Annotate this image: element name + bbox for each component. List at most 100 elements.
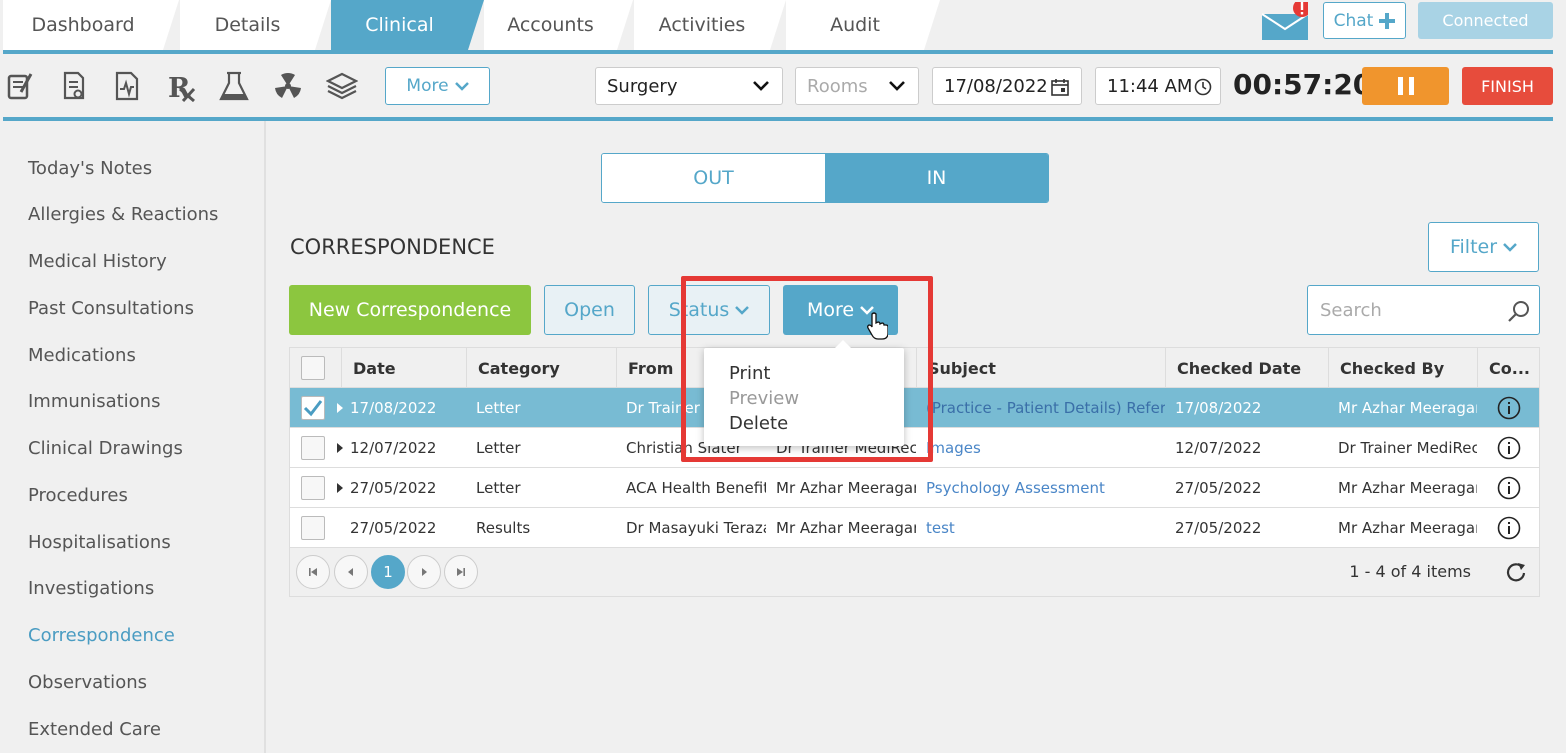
chevron-down-icon bbox=[1503, 243, 1517, 252]
page-number-button[interactable]: 1 bbox=[371, 555, 405, 589]
pause-icon bbox=[1397, 77, 1403, 95]
calendar-icon[interactable] bbox=[1051, 78, 1069, 96]
cell-category: Letter bbox=[476, 479, 521, 497]
first-page-icon bbox=[309, 568, 317, 576]
mail-alert-icon[interactable] bbox=[1261, 0, 1311, 40]
top-nav: Dashboard Details Clinical Accounts Acti… bbox=[0, 0, 1566, 54]
open-button[interactable]: Open bbox=[544, 285, 635, 335]
tab-details[interactable]: Details bbox=[180, 0, 331, 50]
sidebar-item-todays-notes[interactable]: Today's Notes bbox=[28, 158, 152, 179]
table-row[interactable]: 27/05/2022 Letter ACA Health Benefits Mr… bbox=[290, 468, 1539, 508]
sidebar-item-clinical-drawings[interactable]: Clinical Drawings bbox=[28, 438, 183, 459]
toggle-out[interactable]: OUT bbox=[602, 154, 825, 202]
info-icon[interactable] bbox=[1497, 516, 1521, 540]
sidebar-item-medications[interactable]: Medications bbox=[28, 345, 136, 366]
correspondence-grid: Date Category From To Subject Checked Da… bbox=[289, 347, 1540, 597]
cell-subject-link[interactable]: Psychology Assessment bbox=[916, 468, 1165, 508]
layers-icon[interactable] bbox=[326, 70, 358, 102]
tab-clinical[interactable]: Clinical bbox=[331, 0, 484, 50]
sidebar-item-medical-history[interactable]: Medical History bbox=[28, 251, 167, 272]
column-header-date[interactable]: Date bbox=[341, 348, 466, 388]
column-header-comments[interactable]: Co... bbox=[1477, 348, 1539, 388]
grid-header: Date Category From To Subject Checked Da… bbox=[290, 348, 1539, 388]
cell-subject-link[interactable]: Images bbox=[916, 428, 1165, 468]
filter-button[interactable]: Filter bbox=[1428, 222, 1539, 272]
sidebar-item-extended-care[interactable]: Extended Care bbox=[28, 719, 161, 740]
tab-dashboard[interactable]: Dashboard bbox=[3, 0, 179, 50]
tab-accounts[interactable]: Accounts bbox=[484, 0, 633, 50]
chat-button[interactable]: Chat bbox=[1323, 2, 1406, 39]
column-header-category[interactable]: Category bbox=[466, 348, 616, 388]
info-icon[interactable] bbox=[1497, 476, 1521, 500]
location-select[interactable]: Surgery bbox=[595, 67, 783, 105]
time-picker[interactable]: 11:44 AM bbox=[1095, 67, 1221, 105]
first-page-button[interactable] bbox=[296, 555, 330, 589]
row-checkbox[interactable] bbox=[301, 516, 325, 540]
new-correspondence-button[interactable]: New Correspondence bbox=[289, 285, 531, 335]
radiation-icon[interactable] bbox=[272, 70, 304, 102]
tab-activities[interactable]: Activities bbox=[634, 0, 786, 50]
chat-label: Chat bbox=[1333, 10, 1374, 31]
flask-icon[interactable] bbox=[218, 70, 250, 102]
pause-icon bbox=[1408, 77, 1414, 95]
next-page-button[interactable] bbox=[407, 555, 441, 589]
chevron-down-icon bbox=[454, 82, 469, 91]
select-all-checkbox[interactable] bbox=[301, 356, 325, 380]
column-header-checked-by[interactable]: Checked By bbox=[1328, 348, 1477, 388]
clock-icon[interactable] bbox=[1194, 78, 1212, 96]
table-row[interactable]: 12/07/2022 Letter Christian Slater Dr Tr… bbox=[290, 428, 1539, 468]
info-icon[interactable] bbox=[1497, 396, 1521, 420]
plus-icon bbox=[1379, 12, 1396, 29]
clinical-toolbar: R More Surgery Rooms 17/08/2022 11:44 AM… bbox=[0, 54, 1566, 118]
location-value: Surgery bbox=[607, 75, 678, 97]
lab-report-icon[interactable] bbox=[111, 70, 143, 102]
sidebar-item-past-consultations[interactable]: Past Consultations bbox=[28, 298, 194, 319]
page-number: 1 bbox=[383, 563, 393, 581]
column-header-checked-date[interactable]: Checked Date bbox=[1165, 348, 1328, 388]
sidebar-item-observations[interactable]: Observations bbox=[28, 672, 147, 693]
chevron-down-icon bbox=[889, 81, 905, 91]
notes-icon[interactable] bbox=[5, 70, 37, 102]
more-actions-label: More bbox=[806, 299, 855, 321]
toggle-in[interactable]: IN bbox=[825, 154, 1048, 202]
table-row[interactable]: 17/08/2022 Letter Dr Trainer MediRecords… bbox=[290, 388, 1539, 428]
report-icon[interactable] bbox=[58, 70, 90, 102]
cell-date: 27/05/2022 bbox=[350, 519, 437, 537]
sidebar-item-investigations[interactable]: Investigations bbox=[28, 578, 154, 599]
menu-item-preview: Preview bbox=[729, 388, 800, 409]
row-checkbox[interactable] bbox=[301, 436, 325, 460]
sidebar-item-allergies[interactable]: Allergies & Reactions bbox=[28, 204, 218, 225]
sidebar-item-correspondence[interactable]: Correspondence bbox=[28, 625, 175, 646]
sidebar-item-hospitalisations[interactable]: Hospitalisations bbox=[28, 532, 171, 553]
search-input[interactable] bbox=[1320, 299, 1500, 321]
menu-item-delete[interactable]: Delete bbox=[729, 413, 788, 434]
rooms-select[interactable]: Rooms bbox=[795, 67, 919, 105]
pause-button[interactable] bbox=[1362, 67, 1449, 105]
tab-label: Audit bbox=[830, 14, 880, 36]
consult-timer: 00:57:20 bbox=[1233, 68, 1373, 101]
last-page-button[interactable] bbox=[444, 555, 478, 589]
sidebar-item-procedures[interactable]: Procedures bbox=[28, 485, 128, 506]
sidebar-item-immunisations[interactable]: Immunisations bbox=[28, 391, 160, 412]
info-icon[interactable] bbox=[1497, 436, 1521, 460]
row-checkbox[interactable] bbox=[301, 476, 325, 500]
cell-to: Mr Azhar Meeragani bbox=[776, 479, 916, 497]
date-picker[interactable]: 17/08/2022 bbox=[932, 67, 1082, 105]
cell-checked-date: 27/05/2022 bbox=[1175, 479, 1262, 497]
column-header-subject[interactable]: Subject bbox=[916, 348, 1165, 388]
connected-button[interactable]: Connected bbox=[1418, 2, 1553, 39]
prescription-icon[interactable]: R bbox=[166, 70, 198, 102]
status-button[interactable]: Status bbox=[648, 285, 770, 335]
refresh-icon[interactable] bbox=[1505, 561, 1527, 583]
menu-item-print[interactable]: Print bbox=[729, 363, 770, 384]
row-checkbox[interactable] bbox=[301, 396, 325, 420]
prev-page-button[interactable] bbox=[334, 555, 368, 589]
tab-audit[interactable]: Audit bbox=[786, 0, 940, 50]
cell-subject-link[interactable]: (Practice - Patient Details) Referral bbox=[916, 388, 1165, 428]
finish-button[interactable]: FINISH bbox=[1462, 67, 1553, 105]
toolbar-more-button[interactable]: More bbox=[385, 67, 490, 105]
search-icon[interactable] bbox=[1507, 299, 1531, 323]
open-label: Open bbox=[564, 299, 615, 321]
cell-subject-link[interactable]: test bbox=[916, 508, 1165, 548]
table-row[interactable]: 27/05/2022 Results Dr Masayuki Terazawa … bbox=[290, 508, 1539, 548]
